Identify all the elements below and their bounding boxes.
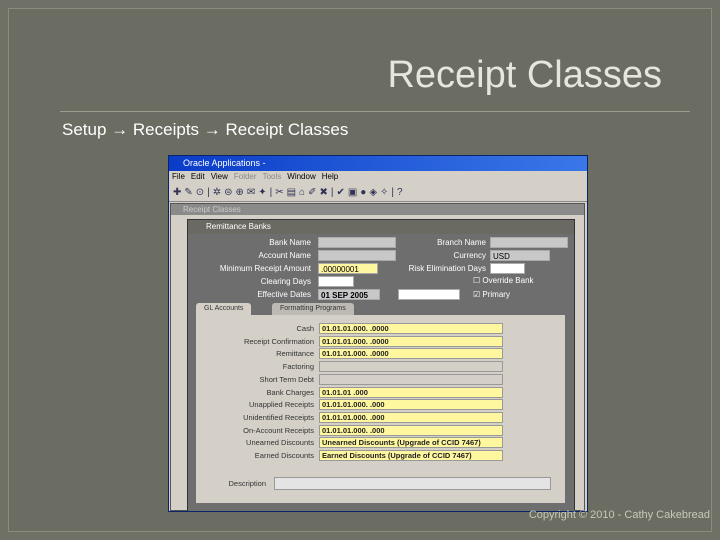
gl-account-field[interactable]: 01.01.01.000. .0000 [319,323,503,334]
min-receipt-field[interactable]: .00000001 [318,263,378,274]
risk-days-label: Risk Elimination Days [408,264,486,273]
branch-name-label: Branch Name [437,238,486,247]
gl-account-field[interactable]: 01.01.01.000. .0000 [319,335,503,347]
gl-account-field[interactable]: Unearned Discounts (Upgrade of CCID 7467… [319,437,503,449]
gl-account-field[interactable]: 01.01.01 .000 [319,386,503,398]
menu-view[interactable]: View [211,172,228,181]
currency-field[interactable]: USD [490,250,550,261]
arrow-icon: → [111,120,129,139]
primary-checkbox[interactable]: ☑ Primary [473,290,510,299]
menu-folder[interactable]: Folder [234,172,257,181]
gl-label: Receipt Confirmation [243,336,314,346]
account-name-label: Account Name [258,251,311,260]
clearing-days-field[interactable] [318,276,354,287]
menu-edit[interactable]: Edit [191,172,205,181]
gl-label: Unearned Discounts [246,438,314,448]
gl-account-field[interactable]: 01.01.01.000. .000 [319,411,503,423]
menu-window[interactable]: Window [287,172,315,181]
description-label: Description [228,479,266,488]
gl-label: Unapplied Receipts [248,400,314,410]
app-title-bar: Oracle Applications - [169,156,587,171]
gl-label: Remittance [276,349,314,359]
override-bank-checkbox[interactable]: ☐ Override Bank [473,276,534,285]
currency-label: Currency [453,251,486,260]
gl-label: Short Term Debt [259,374,314,384]
remittance-banks-title: Remittance Banks [188,220,574,234]
menu-help[interactable]: Help [322,172,338,181]
crumb-receipt-classes: Receipt Classes [225,120,349,139]
gl-label: Unidentified Receipts [243,412,314,422]
effective-from-field[interactable]: 01 SEP 2005 [318,289,380,300]
gl-account-field[interactable] [319,373,503,385]
effective-to-field[interactable] [398,289,460,300]
clearing-days-label: Clearing Days [260,277,311,286]
min-receipt-label: Minimum Receipt Amount [219,264,311,273]
tab-gl-accounts[interactable]: GL Accounts [196,303,252,315]
tab-formatting-programs[interactable]: Formatting Programs [272,303,354,315]
description-field[interactable] [274,477,551,490]
menu-file[interactable]: File [172,172,185,181]
gl-accounts-panel: GL Accounts Formatting Programs Cash 01.0… [196,303,565,503]
toolbar-icons[interactable]: ✚✎⊙|✲⊜⊕✉✦|✂▤⌂✐✖|✔▣●◈✧|? [169,184,587,202]
receipt-classes-title: Receipt Classes [171,204,584,215]
account-name-field[interactable] [318,250,396,261]
arrow-icon: → [203,120,221,139]
gl-label: Bank Charges [266,387,314,397]
gl-account-field[interactable]: 01.01.01.000. .0000 [319,348,503,360]
risk-days-field[interactable] [490,263,525,274]
crumb-setup: Setup [62,120,107,139]
gl-account-field[interactable] [319,361,503,373]
title-divider [60,111,690,112]
crumb-receipts: Receipts [132,120,200,139]
menu-tools[interactable]: Tools [263,172,282,181]
gl-account-field[interactable]: 01.01.01.000. .000 [319,424,503,436]
remittance-banks-window: Remittance Banks Bank Name Branch Name A… [187,219,575,511]
gl-account-field[interactable]: Earned Discounts (Upgrade of CCID 7467) [319,450,503,461]
gl-account-field[interactable]: 01.01.01.000. .000 [319,399,503,411]
gl-label: Cash [296,324,314,333]
bank-name-field[interactable] [318,237,396,248]
branch-name-field[interactable] [490,237,568,248]
receipt-classes-window: Receipt Classes Remittance Banks Bank Na… [170,203,585,511]
gl-label: On-Account Receipts [243,425,314,435]
copyright: Copyright © 2010 - Cathy Cakebread [528,509,710,521]
menu-bar: File Edit View Folder Tools Window Help [169,171,587,183]
bank-name-label: Bank Name [269,238,311,247]
oracle-app-screenshot: Oracle Applications - File Edit View Folder… [168,155,588,512]
effective-dates-label: Effective Dates [257,290,311,299]
gl-label: Earned Discounts [254,451,314,460]
breadcrumb: Setup → Receipts → Receipt Classes [62,120,348,140]
slide-title: Receipt Classes [387,54,662,96]
gl-label: Factoring [282,362,314,372]
